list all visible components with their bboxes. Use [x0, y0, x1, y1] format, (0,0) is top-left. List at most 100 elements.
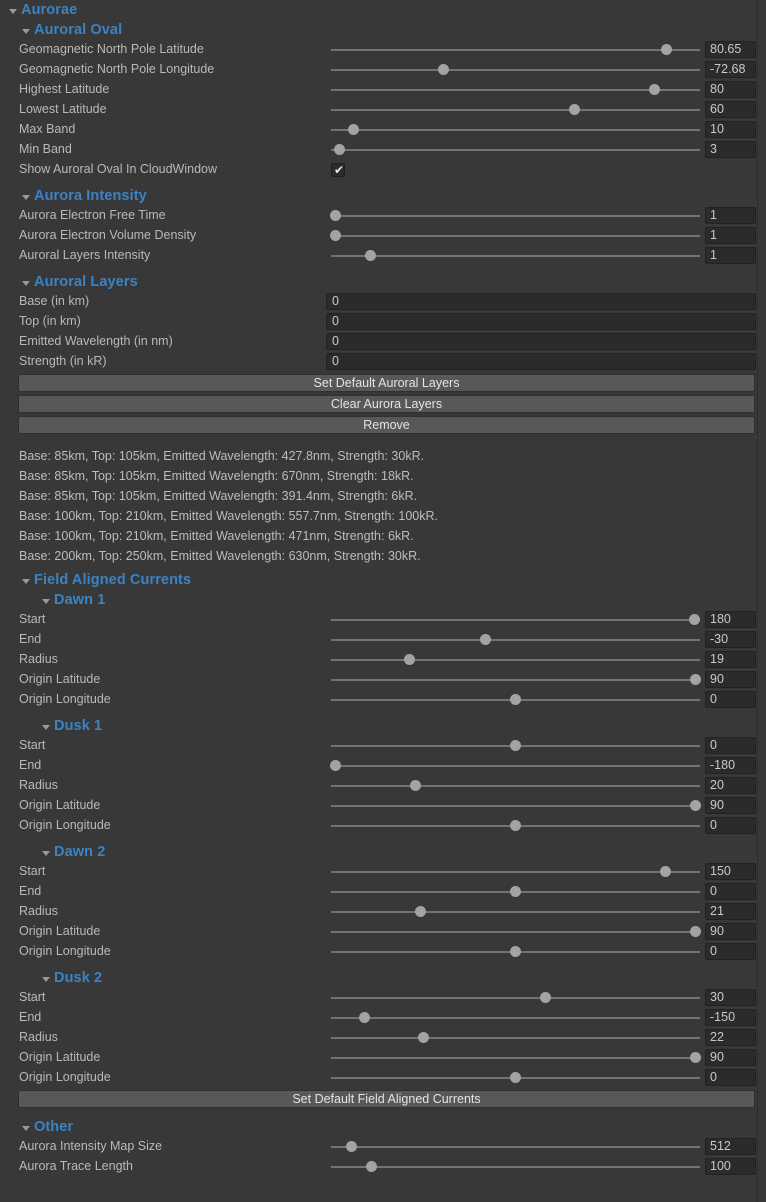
slider-start[interactable] [331, 866, 700, 877]
slider-track[interactable] [331, 659, 700, 661]
slider-highest-latitude[interactable] [331, 84, 700, 95]
slider-handle[interactable] [348, 124, 360, 135]
value-field-origin-longitude[interactable]: 0 [705, 943, 756, 960]
slider-handle[interactable] [509, 1072, 521, 1083]
value-field-end[interactable]: -30 [705, 631, 756, 648]
slider-end[interactable] [331, 886, 700, 897]
input-base-in-km[interactable]: 0 [326, 293, 756, 310]
slider-max-band[interactable] [331, 124, 700, 135]
slider-track[interactable] [331, 619, 700, 621]
foldout-field-aligned-currents[interactable]: Field Aligned Currents [0, 570, 766, 590]
slider-handle[interactable] [661, 44, 673, 55]
foldout-aurorae[interactable]: Aurorae [0, 0, 766, 20]
value-field-start[interactable]: 30 [705, 989, 756, 1006]
slider-handle[interactable] [359, 1012, 371, 1023]
slider-radius[interactable] [331, 654, 700, 665]
slider-radius[interactable] [331, 780, 700, 791]
value-field-radius[interactable]: 21 [705, 903, 756, 920]
slider-origin-latitude[interactable] [331, 674, 702, 685]
slider-handle[interactable] [509, 694, 521, 705]
slider-origin-longitude[interactable] [331, 946, 700, 957]
slider-origin-latitude[interactable] [331, 926, 702, 937]
slider-track[interactable] [331, 997, 700, 999]
slider-handle[interactable] [414, 906, 426, 917]
value-field-origin-latitude[interactable]: 90 [705, 797, 756, 814]
slider-end[interactable] [331, 634, 700, 645]
input-emitted-wavelength-in-nm[interactable]: 0 [326, 333, 756, 350]
slider-track[interactable] [331, 69, 700, 71]
slider-track[interactable] [331, 89, 700, 91]
value-field-origin-longitude[interactable]: 0 [705, 1069, 756, 1086]
value-field-origin-latitude[interactable]: 90 [705, 671, 756, 688]
slider-handle[interactable] [690, 800, 702, 811]
set-default-field-aligned-currents-button[interactable]: Set Default Field Aligned Currents [18, 1090, 755, 1108]
slider-track[interactable] [331, 149, 700, 151]
slider-handle[interactable] [334, 144, 346, 155]
slider-handle[interactable] [690, 674, 702, 685]
value-field-end[interactable]: -180 [705, 757, 756, 774]
slider-track[interactable] [331, 129, 700, 131]
slider-handle[interactable] [509, 740, 521, 751]
slider-end[interactable] [331, 1012, 700, 1023]
chevron-down-icon[interactable] [41, 595, 52, 606]
value-field-aurora-electron-volume-density[interactable]: 1 [705, 227, 756, 244]
foldout-dawn-2[interactable]: Dawn 2 [0, 842, 766, 862]
chevron-down-icon[interactable] [41, 721, 52, 732]
slider-aurora-trace-length[interactable] [331, 1161, 700, 1172]
value-field-radius[interactable]: 20 [705, 777, 756, 794]
slider-track[interactable] [331, 805, 700, 807]
foldout-auroral-layers[interactable]: Auroral Layers [0, 272, 766, 292]
slider-handle[interactable] [509, 820, 521, 831]
slider-handle[interactable] [690, 1052, 702, 1063]
foldout-auroral-oval[interactable]: Auroral Oval [0, 20, 766, 40]
slider-handle[interactable] [569, 104, 581, 115]
slider-handle[interactable] [659, 866, 671, 877]
slider-handle[interactable] [649, 84, 661, 95]
remove-button[interactable]: Remove [18, 416, 755, 434]
slider-radius[interactable] [331, 906, 700, 917]
slider-track[interactable] [331, 1037, 700, 1039]
input-top-in-km[interactable]: 0 [326, 313, 756, 330]
value-field-end[interactable]: 0 [705, 883, 756, 900]
value-field-origin-latitude[interactable]: 90 [705, 923, 756, 940]
slider-track[interactable] [331, 49, 700, 51]
slider-end[interactable] [330, 760, 700, 771]
slider-track[interactable] [331, 235, 700, 237]
value-field-min-band[interactable]: 3 [705, 141, 756, 158]
slider-handle[interactable] [365, 250, 377, 261]
slider-handle[interactable] [404, 654, 416, 665]
slider-origin-longitude[interactable] [331, 820, 700, 831]
value-field-auroral-layers-intensity[interactable]: 1 [705, 247, 756, 264]
clear-aurora-layers-button[interactable]: Clear Aurora Layers [18, 395, 755, 413]
slider-aurora-intensity-map-size[interactable] [331, 1141, 700, 1152]
value-field-lowest-latitude[interactable]: 60 [705, 101, 756, 118]
input-strength-in-kr[interactable]: 0 [326, 353, 756, 370]
slider-track[interactable] [331, 1146, 700, 1148]
slider-track[interactable] [331, 765, 700, 767]
value-field-geomagnetic-north-pole-latitude[interactable]: 80.65 [705, 41, 756, 58]
slider-aurora-electron-free-time[interactable] [330, 210, 700, 221]
value-field-aurora-electron-free-time[interactable]: 1 [705, 207, 756, 224]
slider-handle[interactable] [539, 992, 551, 1003]
slider-geomagnetic-north-pole-latitude[interactable] [331, 44, 700, 55]
slider-track[interactable] [331, 931, 700, 933]
slider-handle[interactable] [346, 1141, 358, 1152]
foldout-dusk-2[interactable]: Dusk 2 [0, 968, 766, 988]
value-field-start[interactable]: 180 [705, 611, 756, 628]
chevron-down-icon[interactable] [21, 191, 32, 202]
value-field-aurora-intensity-map-size[interactable]: 512 [705, 1138, 756, 1155]
slider-track[interactable] [331, 1017, 700, 1019]
foldout-other[interactable]: Other [0, 1117, 766, 1137]
slider-geomagnetic-north-pole-longitude[interactable] [331, 64, 700, 75]
slider-handle[interactable] [330, 230, 342, 241]
slider-track[interactable] [331, 639, 700, 641]
value-field-radius[interactable]: 22 [705, 1029, 756, 1046]
slider-origin-latitude[interactable] [331, 800, 702, 811]
value-field-start[interactable]: 0 [705, 737, 756, 754]
slider-handle[interactable] [330, 760, 342, 771]
foldout-dawn-1[interactable]: Dawn 1 [0, 590, 766, 610]
slider-start[interactable] [331, 740, 700, 751]
value-field-end[interactable]: -150 [705, 1009, 756, 1026]
value-field-start[interactable]: 150 [705, 863, 756, 880]
value-field-origin-longitude[interactable]: 0 [705, 817, 756, 834]
